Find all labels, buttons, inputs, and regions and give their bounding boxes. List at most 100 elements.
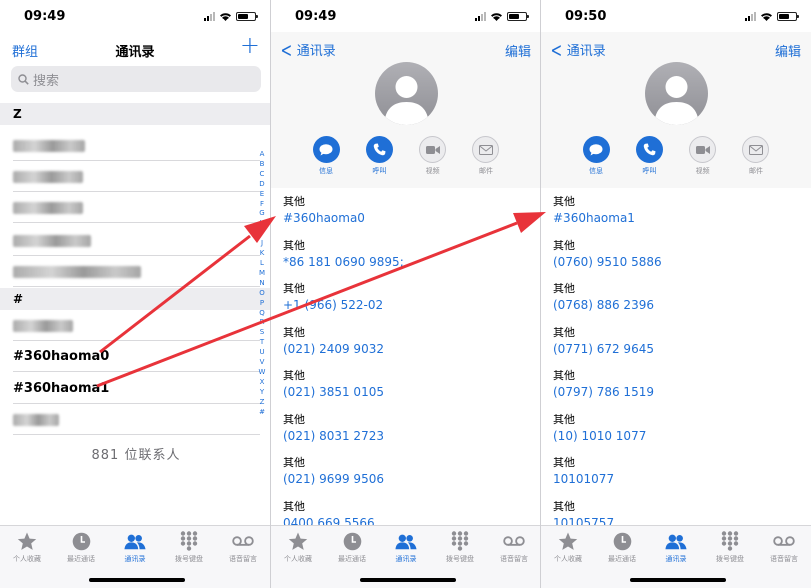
field-label: 其他: [283, 499, 305, 513]
alphabet-index-letter[interactable]: U: [259, 348, 264, 358]
clock-icon: [341, 531, 363, 551]
back-button[interactable]: < 通讯录: [548, 40, 606, 60]
list-item[interactable]: #360haoma0: [13, 341, 260, 372]
alphabet-index-letter[interactable]: D: [259, 180, 264, 190]
alphabet-index-letter[interactable]: S: [260, 328, 264, 338]
tab-voicemail[interactable]: 语音留言: [216, 531, 270, 588]
mail-icon: [742, 136, 770, 163]
action-label: 视频: [695, 167, 710, 175]
field-value[interactable]: #360haoma1: [553, 211, 635, 225]
message-action-button[interactable]: 信息: [581, 136, 611, 176]
mail-action-button[interactable]: 邮件: [471, 136, 501, 176]
field-value[interactable]: +1 (966) 522-02: [283, 298, 383, 312]
alphabet-index-letter[interactable]: E: [260, 190, 264, 200]
list-item[interactable]: [13, 225, 260, 256]
contact-name: #360haoma1: [13, 381, 110, 396]
edit-button[interactable]: 编辑: [775, 41, 801, 60]
list-item[interactable]: #360haoma1: [13, 373, 260, 404]
blurred-contact-name: [13, 235, 91, 247]
battery-icon: [777, 11, 799, 21]
alphabet-index-letter[interactable]: R: [260, 318, 265, 328]
alphabet-index-letter[interactable]: G: [259, 209, 264, 219]
alphabet-index-letter[interactable]: O: [259, 289, 265, 299]
keypad-icon: [719, 531, 741, 551]
field-value[interactable]: (0768) 886 2396: [553, 298, 654, 312]
field-value[interactable]: (021) 8031 2723: [283, 429, 384, 443]
alphabet-index-letter[interactable]: #: [259, 408, 265, 418]
contact-count: 881 位联系人: [91, 448, 181, 463]
alphabet-index-letter[interactable]: K: [260, 249, 265, 259]
plus-icon[interactable]: +: [240, 33, 260, 57]
alphabet-index-letter[interactable]: B: [260, 160, 265, 170]
video-action-button[interactable]: 视频: [418, 136, 448, 176]
alphabet-index-letter[interactable]: Y: [260, 388, 264, 398]
action-label: 邮件: [478, 167, 493, 175]
call-action-button[interactable]: 呼叫: [364, 136, 394, 176]
alphabet-index-letter[interactable]: J: [261, 239, 263, 249]
alphabet-index[interactable]: A B C D E F G H I J K L M N O P Q R S T U V W X Y Z #: [258, 150, 266, 417]
list-item[interactable]: [13, 404, 260, 435]
field-value[interactable]: (021) 9699 9506: [283, 472, 384, 486]
list-item[interactable]: [13, 161, 260, 192]
message-action-button[interactable]: 信息: [311, 136, 341, 176]
alphabet-index-letter[interactable]: A: [260, 150, 265, 160]
alphabet-index-letter[interactable]: M: [259, 269, 265, 279]
contacts-icon: [395, 531, 417, 551]
tab-star[interactable]: 个人收藏: [541, 531, 595, 588]
search-input[interactable]: 搜索: [11, 66, 261, 92]
alphabet-index-letter[interactable]: W: [259, 368, 266, 378]
blurred-contact-name: [13, 171, 83, 183]
contact-field: 其他 (021) 8031 2723: [283, 411, 533, 454]
alphabet-index-letter[interactable]: X: [260, 378, 265, 388]
list-item[interactable]: [13, 256, 260, 287]
avatar: [645, 62, 708, 125]
alphabet-index-letter[interactable]: F: [260, 200, 264, 210]
mail-action-button[interactable]: 邮件: [741, 136, 771, 176]
field-value[interactable]: #360haoma0: [283, 211, 365, 225]
contact-field: 其他 #360haoma0: [283, 193, 533, 236]
contact-detail-screen: 09:50 < 通讯录 编辑 信息 呼叫 视频 邮件 其他 #360haoma1 其他 (0…: [541, 0, 811, 588]
alphabet-index-letter[interactable]: V: [260, 358, 265, 368]
list-item[interactable]: [13, 130, 260, 161]
list-item[interactable]: [13, 310, 260, 341]
alphabet-index-letter[interactable]: L: [260, 259, 264, 269]
field-value[interactable]: (0771) 672 9645: [553, 342, 654, 356]
tab-star[interactable]: 个人收藏: [271, 531, 325, 588]
tab-voicemail[interactable]: 语音留言: [487, 531, 541, 588]
section-header-z: Z: [0, 103, 270, 125]
edit-button[interactable]: 编辑: [505, 41, 531, 60]
video-action-button[interactable]: 视频: [688, 136, 718, 176]
alphabet-index-letter[interactable]: Z: [260, 398, 265, 408]
alphabet-index-letter[interactable]: Q: [259, 309, 265, 319]
alphabet-index-letter[interactable]: I: [261, 229, 263, 239]
video-icon: [689, 136, 717, 163]
groups-button[interactable]: 群组: [12, 41, 38, 60]
back-button[interactable]: < 通讯录: [278, 40, 336, 60]
field-value[interactable]: (021) 2409 9032: [283, 342, 384, 356]
field-label: 其他: [283, 412, 305, 426]
field-value[interactable]: *86 181 0690 9895;: [283, 255, 404, 269]
contacts-icon: [665, 531, 687, 551]
field-value[interactable]: 10101077: [553, 472, 614, 486]
tab-star[interactable]: 个人收藏: [0, 531, 54, 588]
field-value[interactable]: (021) 3851 0105: [283, 385, 384, 399]
voicemail-icon: [503, 531, 525, 551]
call-action-button[interactable]: 呼叫: [634, 136, 664, 176]
alphabet-index-letter[interactable]: P: [260, 299, 264, 309]
alphabet-index-letter[interactable]: N: [259, 279, 264, 289]
field-label: 其他: [283, 282, 305, 295]
alphabet-index-letter[interactable]: C: [260, 170, 265, 180]
status-time: 09:50: [565, 9, 607, 24]
tab-label: 最近通话: [608, 555, 636, 563]
voicemail-icon: [232, 531, 254, 551]
alphabet-index-letter[interactable]: H: [259, 219, 264, 229]
field-value[interactable]: (0797) 786 1519: [553, 385, 654, 399]
tab-label: 拨号键盘: [446, 555, 474, 563]
list-item[interactable]: [13, 192, 260, 223]
tab-label: 拨号键盘: [175, 555, 203, 563]
tab-voicemail[interactable]: 语音留言: [757, 531, 811, 588]
field-value[interactable]: (10) 1010 1077: [553, 429, 646, 443]
action-label: 邮件: [748, 167, 763, 175]
alphabet-index-letter[interactable]: T: [260, 338, 264, 348]
field-value[interactable]: (0760) 9510 5886: [553, 255, 662, 269]
